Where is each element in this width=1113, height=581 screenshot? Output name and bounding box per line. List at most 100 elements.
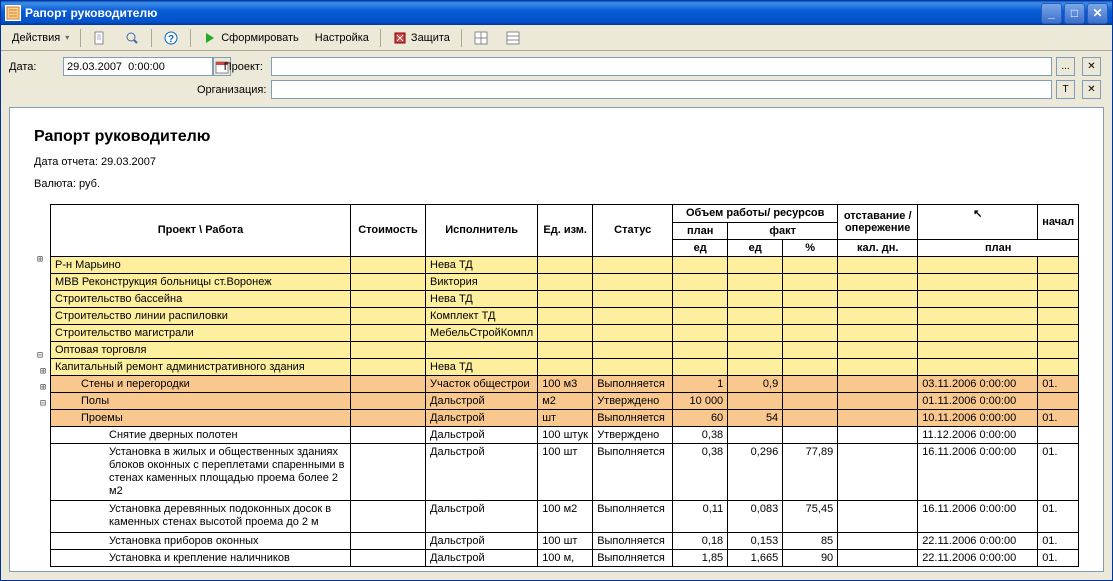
cell-project: Установка и крепление наличников <box>51 549 351 566</box>
report-area[interactable]: Рапорт руководителю Дата отчета: 29.03.2… <box>9 107 1104 572</box>
th-unit: Ед. изм. <box>538 205 593 257</box>
separator <box>461 29 462 47</box>
tree-collapse[interactable]: ⊟ <box>30 395 50 411</box>
table-row[interactable]: Строительство бассейнаНева ТД <box>51 290 1079 307</box>
tool-btn-1[interactable] <box>85 27 115 49</box>
org-clear-button[interactable]: ✕ <box>1082 80 1101 99</box>
th-kal: кал. дн. <box>838 239 918 256</box>
maximize-button[interactable]: □ <box>1064 3 1085 24</box>
org-label: Организация: <box>197 84 267 96</box>
table-row[interactable]: Оптовая торговля <box>51 341 1079 358</box>
project-select-button[interactable]: ... <box>1056 57 1075 76</box>
table-row[interactable]: Установка в жилых и общественных зданиях… <box>51 443 1079 501</box>
settings-button[interactable]: Настройка <box>308 29 376 47</box>
table-row[interactable]: ПолыДальстройм2Утверждено10 00001.11.200… <box>51 392 1079 409</box>
report-currency: Валюта: руб. <box>30 178 1104 190</box>
tool-btn-2[interactable] <box>117 27 147 49</box>
cell-pct: 90 <box>783 549 838 566</box>
table-row[interactable]: Стены и перегородкиУчасток общестрои100 … <box>51 375 1079 392</box>
cell-lag <box>838 256 918 273</box>
generate-button[interactable]: Сформировать <box>195 27 306 49</box>
cell-project: Установка в жилых и общественных зданиях… <box>51 443 351 501</box>
cell-cost <box>351 290 426 307</box>
cell-fact <box>728 290 783 307</box>
actions-menu[interactable]: Действия <box>5 29 76 47</box>
project-clear-button[interactable]: ✕ <box>1082 57 1101 76</box>
minimize-button[interactable]: _ <box>1041 3 1062 24</box>
cell-plan <box>673 341 728 358</box>
cell-project: Строительство бассейна <box>51 290 351 307</box>
th-pct: % <box>783 239 838 256</box>
cell-lag <box>838 290 918 307</box>
cell-end <box>1038 273 1079 290</box>
separator <box>151 29 152 47</box>
cell-start <box>918 290 1038 307</box>
table-row[interactable]: ПроемыДальстройштВыполняется605410.11.20… <box>51 409 1079 426</box>
cell-pct <box>783 324 838 341</box>
table-row[interactable]: Снятие дверных полотенДальстрой100 штукУ… <box>51 426 1079 443</box>
cell-end <box>1038 341 1079 358</box>
table-row[interactable]: МВВ Реконструкция больницы ст.ВоронежВик… <box>51 273 1079 290</box>
cell-status: Утверждено <box>593 426 673 443</box>
cell-pct: 77,89 <box>783 443 838 501</box>
table-row[interactable]: Установка приборов оконныхДальстрой100 ш… <box>51 532 1079 549</box>
cell-unit: м2 <box>538 392 593 409</box>
cell-status <box>593 341 673 358</box>
cell-project: Проемы <box>51 409 351 426</box>
cell-end <box>1038 307 1079 324</box>
play-icon <box>202 30 218 46</box>
cell-exec: Дальстрой <box>426 443 538 501</box>
table-row[interactable]: Капитальный ремонт административного зда… <box>51 358 1079 375</box>
cell-pct <box>783 341 838 358</box>
cell-plan: 1,85 <box>673 549 728 566</box>
cell-fact <box>728 256 783 273</box>
cell-unit: шт <box>538 409 593 426</box>
cell-status <box>593 256 673 273</box>
cell-end: 01. <box>1038 375 1079 392</box>
cell-fact <box>728 392 783 409</box>
project-input[interactable] <box>271 57 1052 76</box>
help-icon: ? <box>163 30 179 46</box>
cell-project: Стены и перегородки <box>51 375 351 392</box>
cell-end: 01. <box>1038 532 1079 549</box>
cell-unit: 100 м2 <box>538 501 593 532</box>
cell-plan: 60 <box>673 409 728 426</box>
separator <box>380 29 381 47</box>
cell-start: 03.11.2006 0:00:00 <box>918 375 1038 392</box>
tree-expand[interactable]: ⊞ <box>30 363 50 379</box>
cell-project: Строительство линии распиловки <box>51 307 351 324</box>
cell-pct: 75,45 <box>783 501 838 532</box>
protect-button[interactable]: Защита <box>385 27 457 49</box>
cell-lag <box>838 307 918 324</box>
table-row[interactable]: Установка деревянных подоконных досок в … <box>51 501 1079 532</box>
grid-btn-2[interactable] <box>498 27 528 49</box>
th-cursor: ↖ <box>918 205 1038 223</box>
cell-project: Капитальный ремонт административного зда… <box>51 358 351 375</box>
table-row[interactable]: Установка и крепление наличниковДальстро… <box>51 549 1079 566</box>
cell-lag <box>838 443 918 501</box>
cell-lag <box>838 358 918 375</box>
th-startplan: план <box>918 239 1079 256</box>
date-input[interactable] <box>63 57 213 76</box>
org-input[interactable] <box>271 80 1052 99</box>
table-row[interactable]: Строительство линии распиловкиКомплект Т… <box>51 307 1079 324</box>
cell-pct <box>783 426 838 443</box>
table-row[interactable]: Строительство магистралиМебельСтройКомпл <box>51 324 1079 341</box>
org-select-button[interactable]: T <box>1056 80 1075 99</box>
cell-lag <box>838 532 918 549</box>
help-button[interactable]: ? <box>156 27 186 49</box>
cell-end: 01. <box>1038 501 1079 532</box>
th-executor: Исполнитель <box>426 205 538 257</box>
grid-btn-1[interactable] <box>466 27 496 49</box>
close-button[interactable]: ✕ <box>1087 3 1108 24</box>
tree-expand[interactable]: ⊞ <box>30 379 50 395</box>
table-row[interactable]: Р-н МарьиноНева ТД <box>51 256 1079 273</box>
cell-cost <box>351 341 426 358</box>
cell-unit: 100 шт <box>538 532 593 549</box>
cell-unit: 100 штук <box>538 426 593 443</box>
cell-pct <box>783 290 838 307</box>
cell-unit <box>538 290 593 307</box>
cell-fact: 0,9 <box>728 375 783 392</box>
tree-expand[interactable]: ⊞ <box>30 251 50 267</box>
tree-collapse[interactable]: ⊟ <box>30 347 50 363</box>
